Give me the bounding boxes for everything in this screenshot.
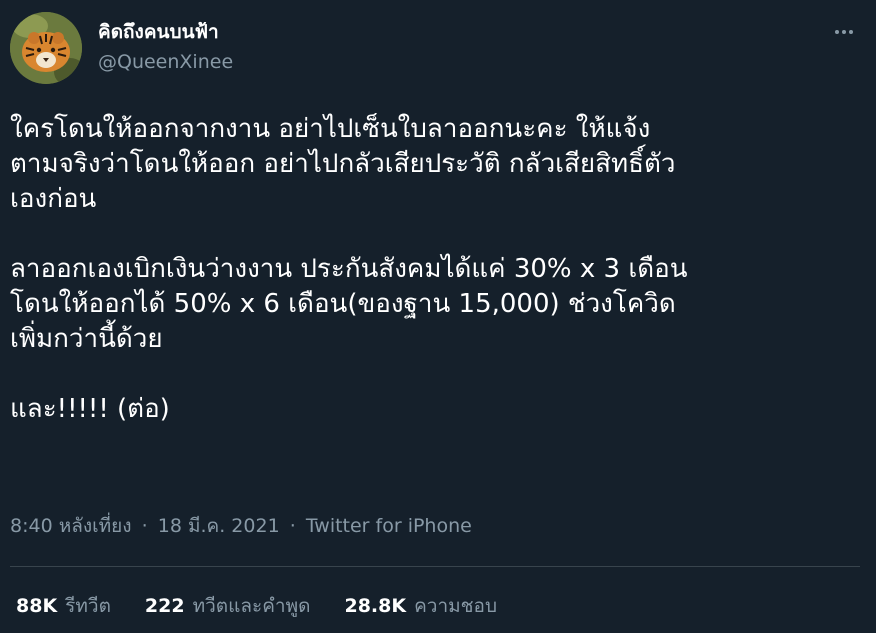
- tweet-time[interactable]: 8:40 หลังเที่ยง: [10, 515, 132, 537]
- likes-count: 28.8K: [344, 595, 407, 617]
- tweet-stats: 88K รีทวีต 222 ทวีตและคำพูด 28.8K ความชอบ: [16, 592, 497, 620]
- tweet-text: ใครโดนให้ออกจากงาน อย่าไปเซ็นใบลาออกนะคะ…: [10, 114, 688, 424]
- quotes-count: 222: [144, 595, 185, 617]
- tweet-date[interactable]: 18 มี.ค. 2021: [158, 515, 280, 537]
- display-name[interactable]: คิดถึงคนบนฟ้า: [98, 20, 233, 44]
- likes-stat[interactable]: 28.8K ความชอบ: [344, 592, 497, 620]
- tweet-header: คิดถึงคนบนฟ้า @QueenXinee: [10, 12, 866, 84]
- meta-separator: ·: [141, 515, 148, 537]
- more-options-icon[interactable]: [830, 18, 858, 46]
- quotes-stat[interactable]: 222 ทวีตและคำพูด: [145, 592, 311, 620]
- retweets-stat[interactable]: 88K รีทวีต: [16, 592, 111, 620]
- tiger-avatar[interactable]: [10, 12, 82, 84]
- tweet-source[interactable]: Twitter for iPhone: [306, 515, 472, 537]
- user-handle[interactable]: @QueenXinee: [98, 49, 233, 75]
- meta-separator-2: ·: [289, 515, 296, 537]
- quotes-label: ทวีตและคำพูด: [192, 595, 311, 617]
- likes-label: ความชอบ: [414, 595, 498, 617]
- retweets-label: รีทวีต: [65, 595, 111, 617]
- tweet-meta: 8:40 หลังเที่ยง · 18 มี.ค. 2021 · Twitte…: [10, 512, 472, 540]
- author-block[interactable]: คิดถึงคนบนฟ้า @QueenXinee: [98, 20, 233, 75]
- divider: [10, 566, 860, 567]
- retweets-count: 88K: [16, 595, 58, 617]
